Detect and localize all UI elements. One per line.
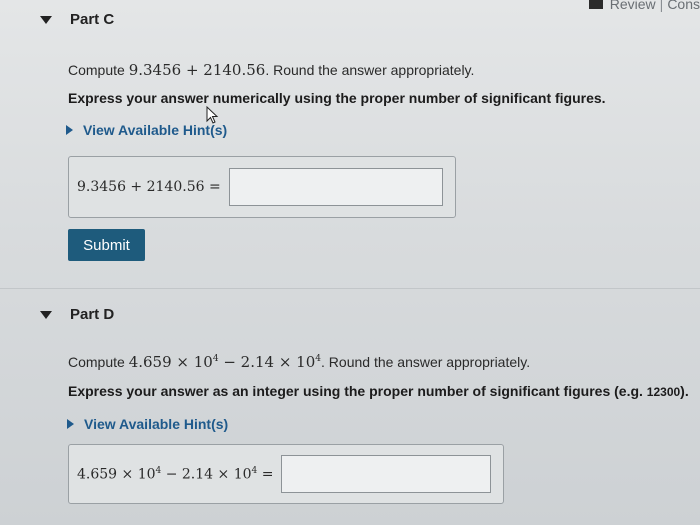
part-c-compute-prefix: Compute [68,62,125,78]
part-d-answer-mid: − 2.14 × 10 [161,466,252,483]
part-c-problem: Compute 9.3456 + 2140.56. Round the answ… [68,61,474,79]
part-d-compute-suffix: . Round the answer appropriately. [321,354,531,370]
part-d-problem: Compute 4.659 × 104 − 2.14 × 104. Round … [68,353,530,371]
part-c-title: Part C [70,11,115,28]
part-d-answer-eq: = [257,466,274,483]
caret-right-icon [67,419,74,429]
part-d-title: Part D [70,306,115,323]
part-c-answer-input[interactable] [228,168,443,206]
part-d-answer-box: 4.659 × 104 − 2.14 × 104 = [68,444,504,504]
caret-down-icon[interactable] [40,310,52,319]
constants-link[interactable]: Cons [667,0,700,12]
part-d-answer-label: 4.659 × 104 − 2.14 × 104 = [77,466,273,483]
link-separator: | [659,0,664,12]
part-c-hint-toggle[interactable]: View Available Hint(s) [66,122,227,138]
top-links: Review | Cons [588,0,700,12]
part-c-header[interactable]: Part C [40,11,114,28]
part-d-hint-label: View Available Hint(s) [84,416,229,432]
part-c-expression: 9.3456 + 2140.56 [128,61,266,79]
part-d-compute-prefix: Compute [68,354,125,370]
part-d-instruction-end: ). [680,383,689,399]
part-d-expr-a: 4.659 × 10 [128,353,213,371]
part-d-expr-mid: − 2.14 × 10 [218,353,316,371]
caret-right-icon [66,125,73,135]
part-c-compute-suffix: . Round the answer appropriately. [265,62,475,78]
part-d-header[interactable]: Part D [40,306,114,323]
part-d-instruction-text: Express your answer as an integer using … [68,383,643,399]
part-c-hint-label: View Available Hint(s) [83,122,228,138]
part-c-answer-label: 9.3456 + 2140.56 = [77,179,221,195]
part-c-answer-box: 9.3456 + 2140.56 = [68,156,456,218]
review-icon [588,0,603,9]
review-link[interactable]: Review [610,0,656,12]
section-divider [0,288,700,289]
part-d-instruction: Express your answer as an integer using … [68,383,689,399]
page: Review | Cons Part C Compute 9.3456 + 21… [0,0,700,525]
part-d-hint-toggle[interactable]: View Available Hint(s) [67,416,228,432]
part-d-answer-input[interactable] [281,455,492,493]
submit-button[interactable]: Submit [68,229,145,261]
part-d-expression: 4.659 × 104 − 2.14 × 104 [129,353,321,371]
part-d-answer-a: 4.659 × 10 [77,466,156,483]
part-c-instruction: Express your answer numerically using th… [68,90,606,106]
caret-down-icon[interactable] [40,15,52,24]
part-d-instruction-example: 12300 [646,385,681,399]
